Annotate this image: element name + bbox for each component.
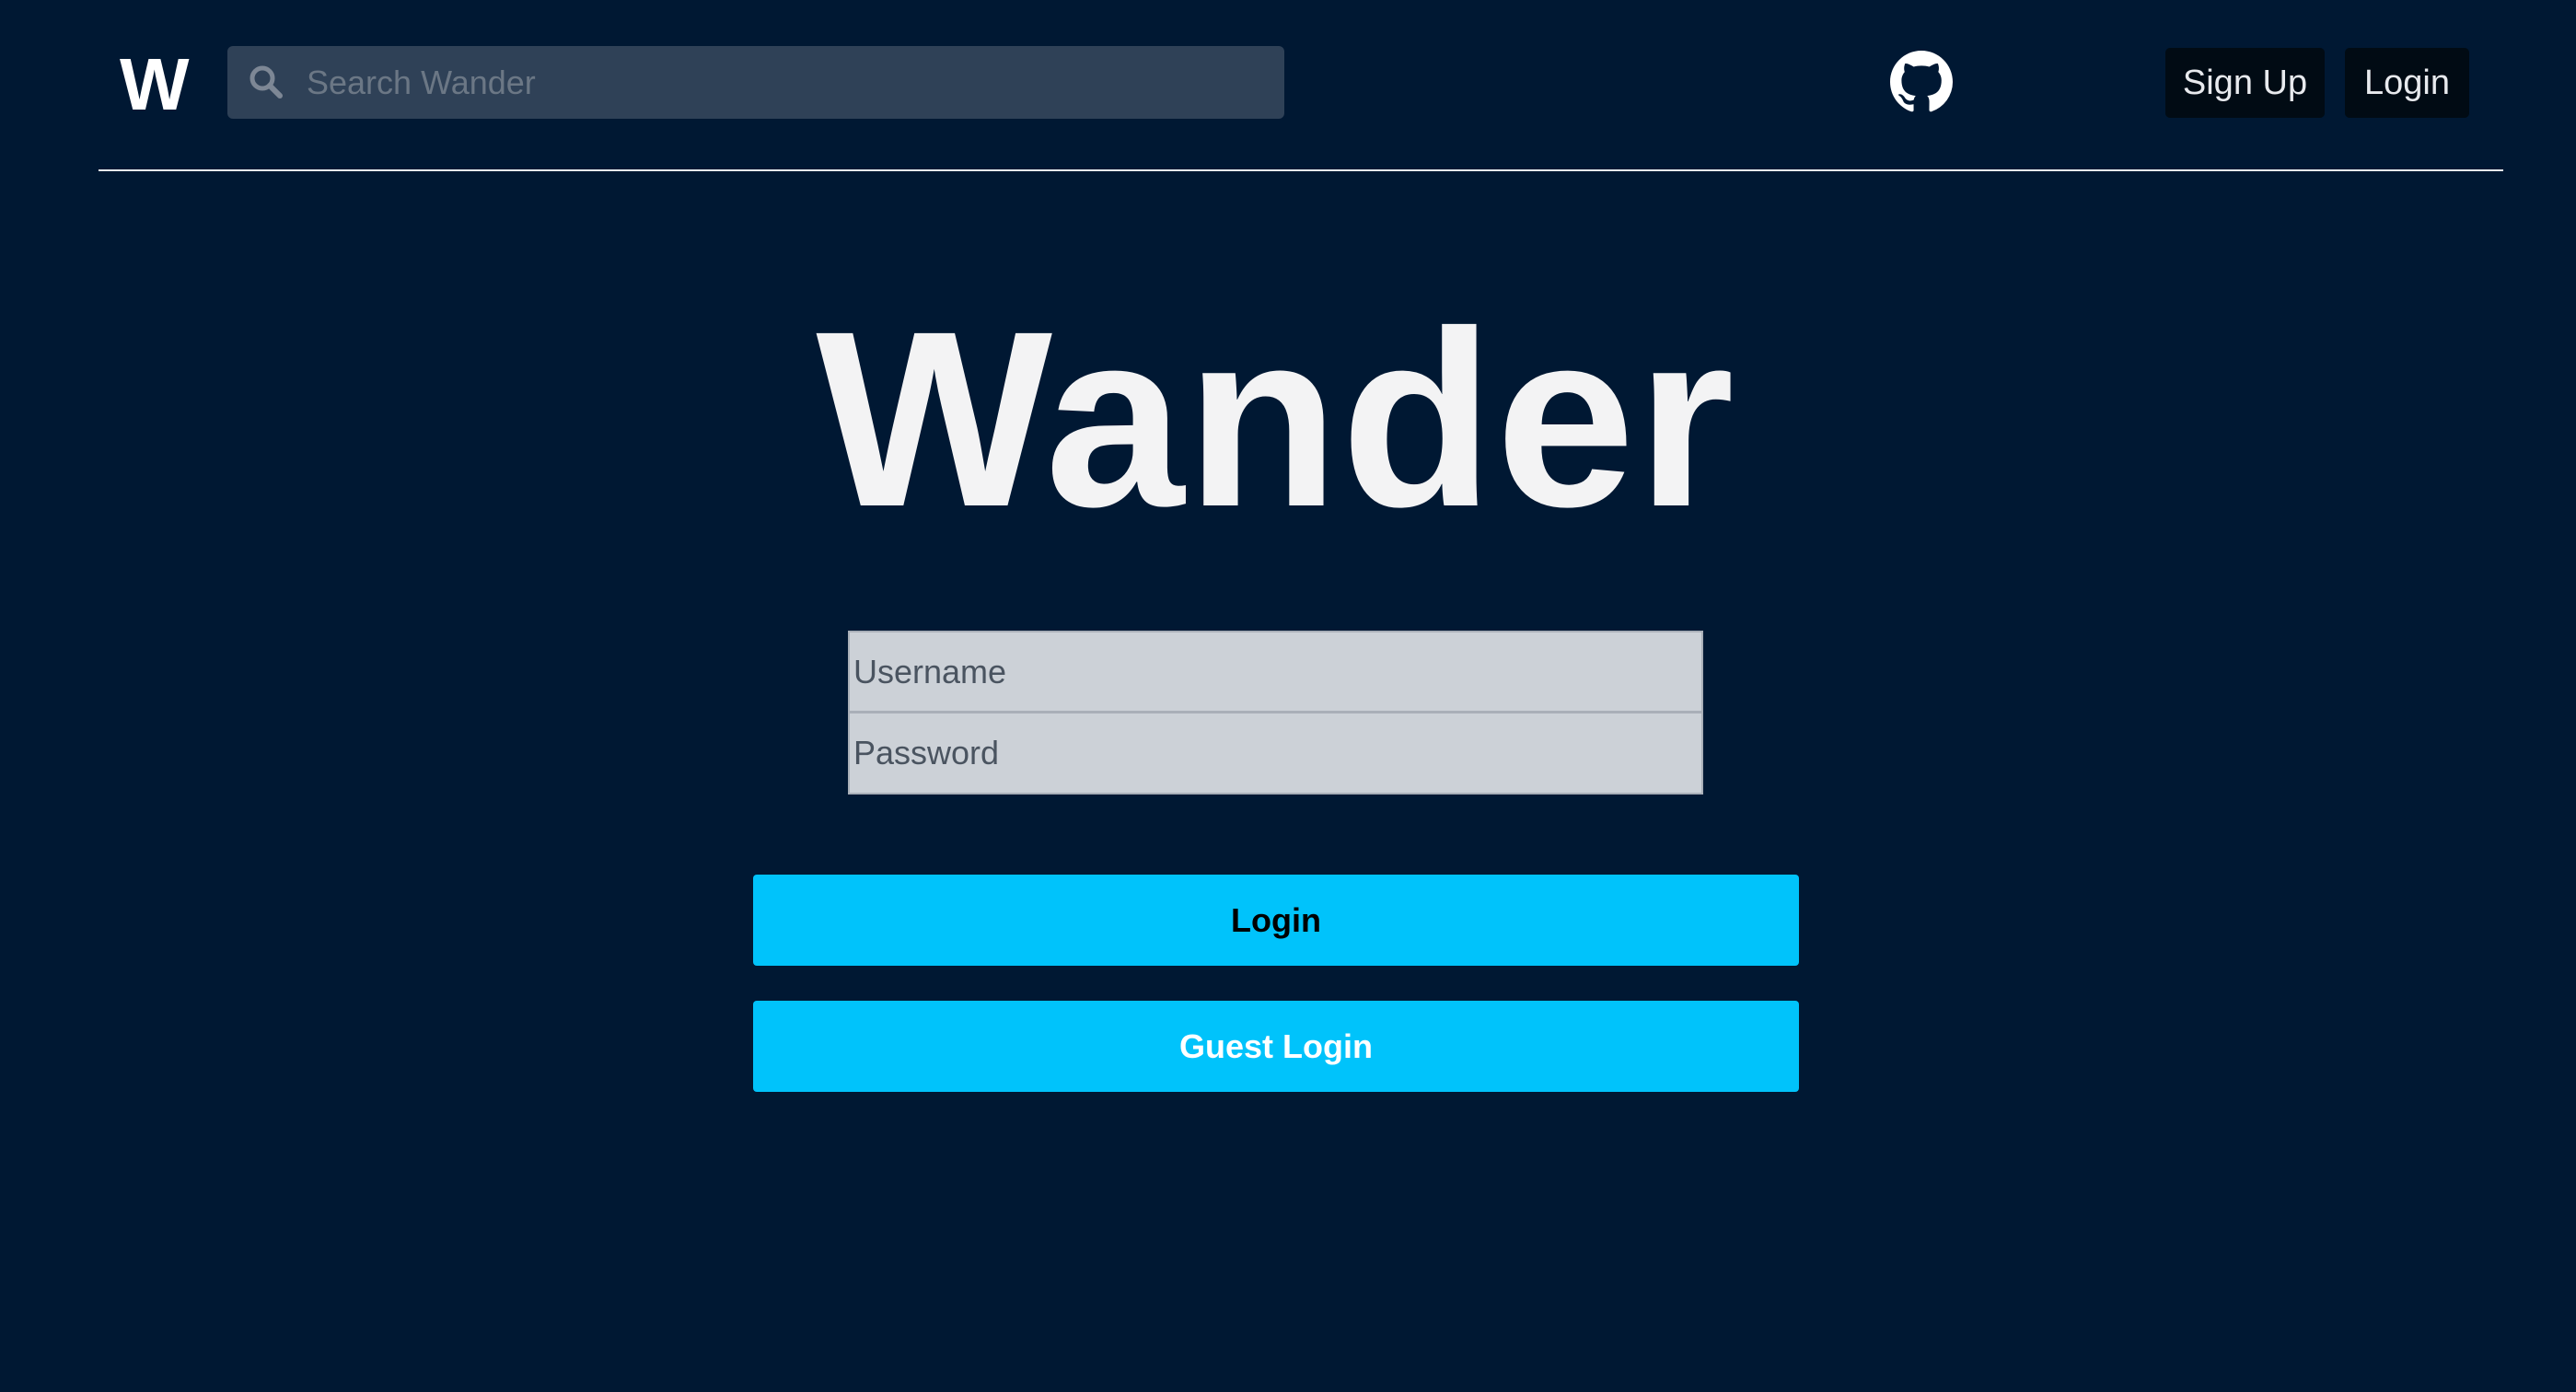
nav-login-button[interactable]: Login <box>2345 48 2469 118</box>
login-button[interactable]: Login <box>753 875 1799 966</box>
login-form <box>848 631 1703 795</box>
github-icon[interactable] <box>1890 51 1953 113</box>
username-field[interactable] <box>848 631 1703 713</box>
password-field[interactable] <box>848 713 1703 795</box>
search-bar[interactable] <box>227 46 1284 119</box>
search-input[interactable] <box>307 46 1264 119</box>
page-title: Wander <box>816 279 1736 559</box>
top-navbar: W Sign Up Login <box>99 0 2503 171</box>
guest-login-button[interactable]: Guest Login <box>753 1001 1799 1092</box>
logo[interactable]: W <box>120 46 190 123</box>
search-icon <box>249 65 283 99</box>
signup-button[interactable]: Sign Up <box>2165 48 2325 118</box>
